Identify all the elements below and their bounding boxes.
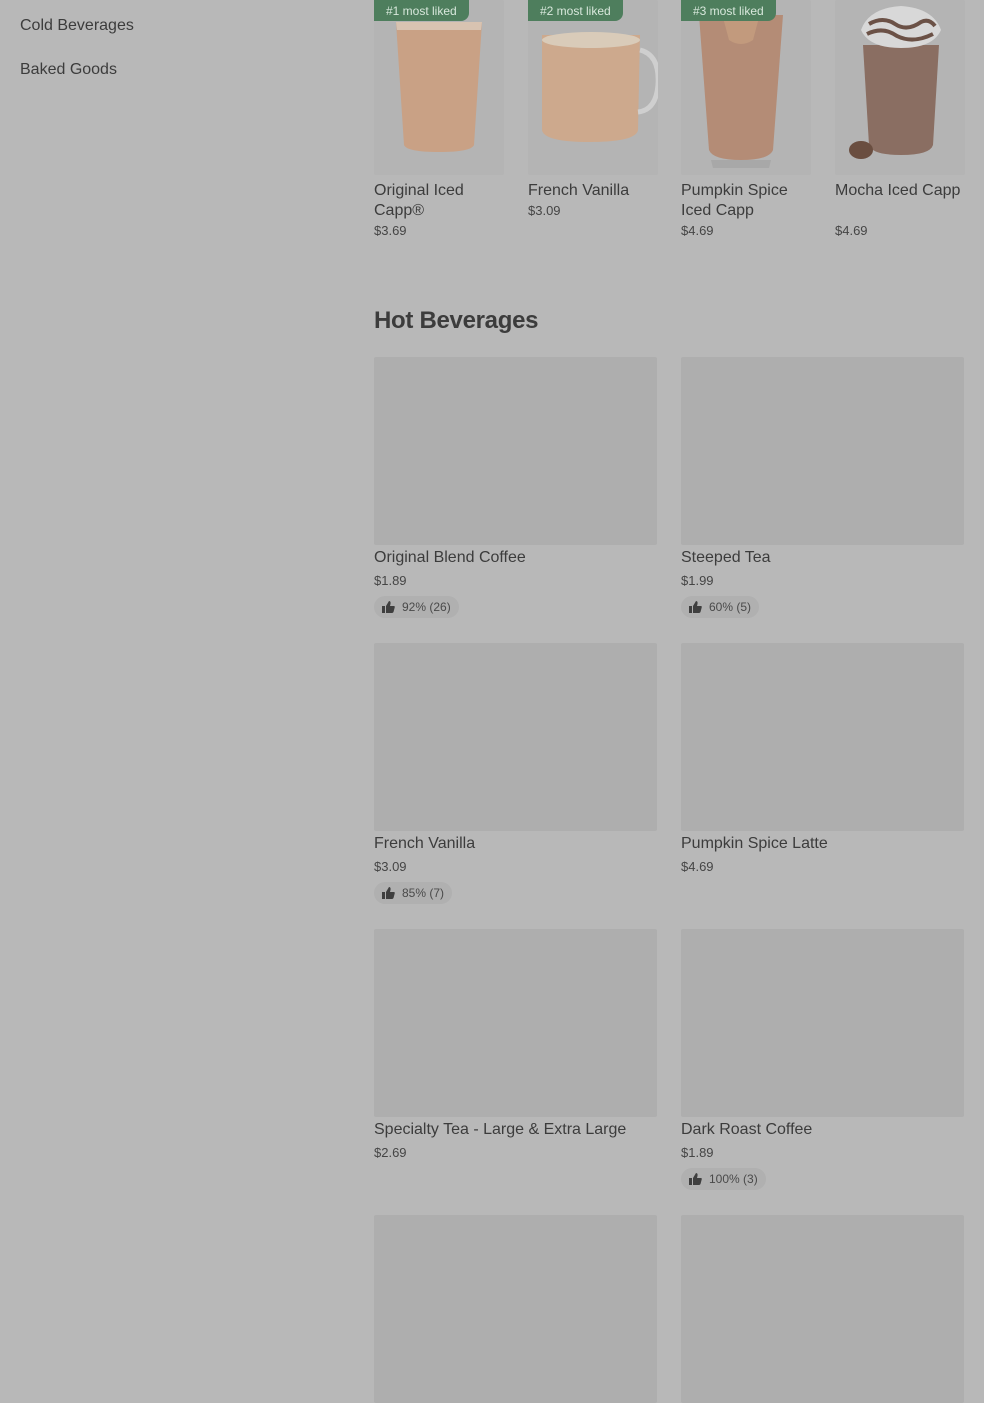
most-liked-badge: #1 most liked <box>374 0 469 21</box>
product-image <box>528 0 658 175</box>
product-name: French Vanilla <box>528 182 630 199</box>
product-price: $2.69 <box>374 1145 407 1160</box>
product-name: Original Blend Coffee <box>374 549 526 566</box>
rating-badge: 100% (3) <box>681 1168 766 1190</box>
section-title-hot-beverages: Hot Beverages <box>374 307 539 334</box>
product-name: Pumpkin Spice Iced Capp <box>681 182 788 219</box>
product-name: French Vanilla <box>374 835 476 852</box>
most-liked-badge: #3 most liked <box>681 0 776 21</box>
product-name: Specialty Tea - Large & Extra Large <box>374 1121 627 1138</box>
rating-text: 85% (7) <box>402 886 445 900</box>
product-price: $3.09 <box>528 203 561 218</box>
product-price: $4.69 <box>681 859 714 874</box>
product-price: $1.89 <box>374 573 407 588</box>
product-name: Pumpkin Spice Latte <box>681 835 828 852</box>
rating-text: 92% (26) <box>402 600 451 614</box>
product-name: Mocha Iced Capp <box>835 182 961 199</box>
rating-text: 60% (5) <box>709 600 752 614</box>
thumbs-up-icon <box>382 601 395 613</box>
thumbs-up-icon <box>689 601 702 613</box>
product-price: $3.69 <box>374 223 407 238</box>
sidebar-item-baked-goods[interactable]: Baked Goods <box>20 61 117 79</box>
sidebar-item-cold-beverages[interactable]: Cold Beverages <box>20 17 134 35</box>
rating-badge: 60% (5) <box>681 596 760 618</box>
product-image-placeholder <box>374 929 657 1117</box>
rating-badge: 92% (26) <box>374 596 459 618</box>
product-price: $4.69 <box>681 223 714 238</box>
product-name: Steeped Tea <box>681 549 771 566</box>
product-image <box>835 0 965 175</box>
product-price: $3.09 <box>374 859 407 874</box>
product-image-placeholder <box>374 1215 657 1403</box>
product-image-placeholder <box>374 357 657 545</box>
product-image-placeholder <box>681 929 964 1117</box>
most-liked-badge: #2 most liked <box>528 0 623 21</box>
product-price: $1.89 <box>681 1145 714 1160</box>
product-price: $4.69 <box>835 223 868 238</box>
product-image-placeholder <box>681 357 964 545</box>
product-name: Original Iced Capp® <box>374 182 464 219</box>
product-price: $1.99 <box>681 573 714 588</box>
product-image-placeholder <box>681 643 964 831</box>
rating-badge: 85% (7) <box>374 882 453 904</box>
rating-text: 100% (3) <box>709 1172 758 1186</box>
product-name: Dark Roast Coffee <box>681 1121 813 1138</box>
thumbs-up-icon <box>382 887 395 899</box>
product-image <box>681 0 811 175</box>
thumbs-up-icon <box>689 1173 702 1185</box>
product-image-placeholder <box>374 643 657 831</box>
product-image-placeholder <box>681 1215 964 1403</box>
product-image <box>374 0 504 175</box>
